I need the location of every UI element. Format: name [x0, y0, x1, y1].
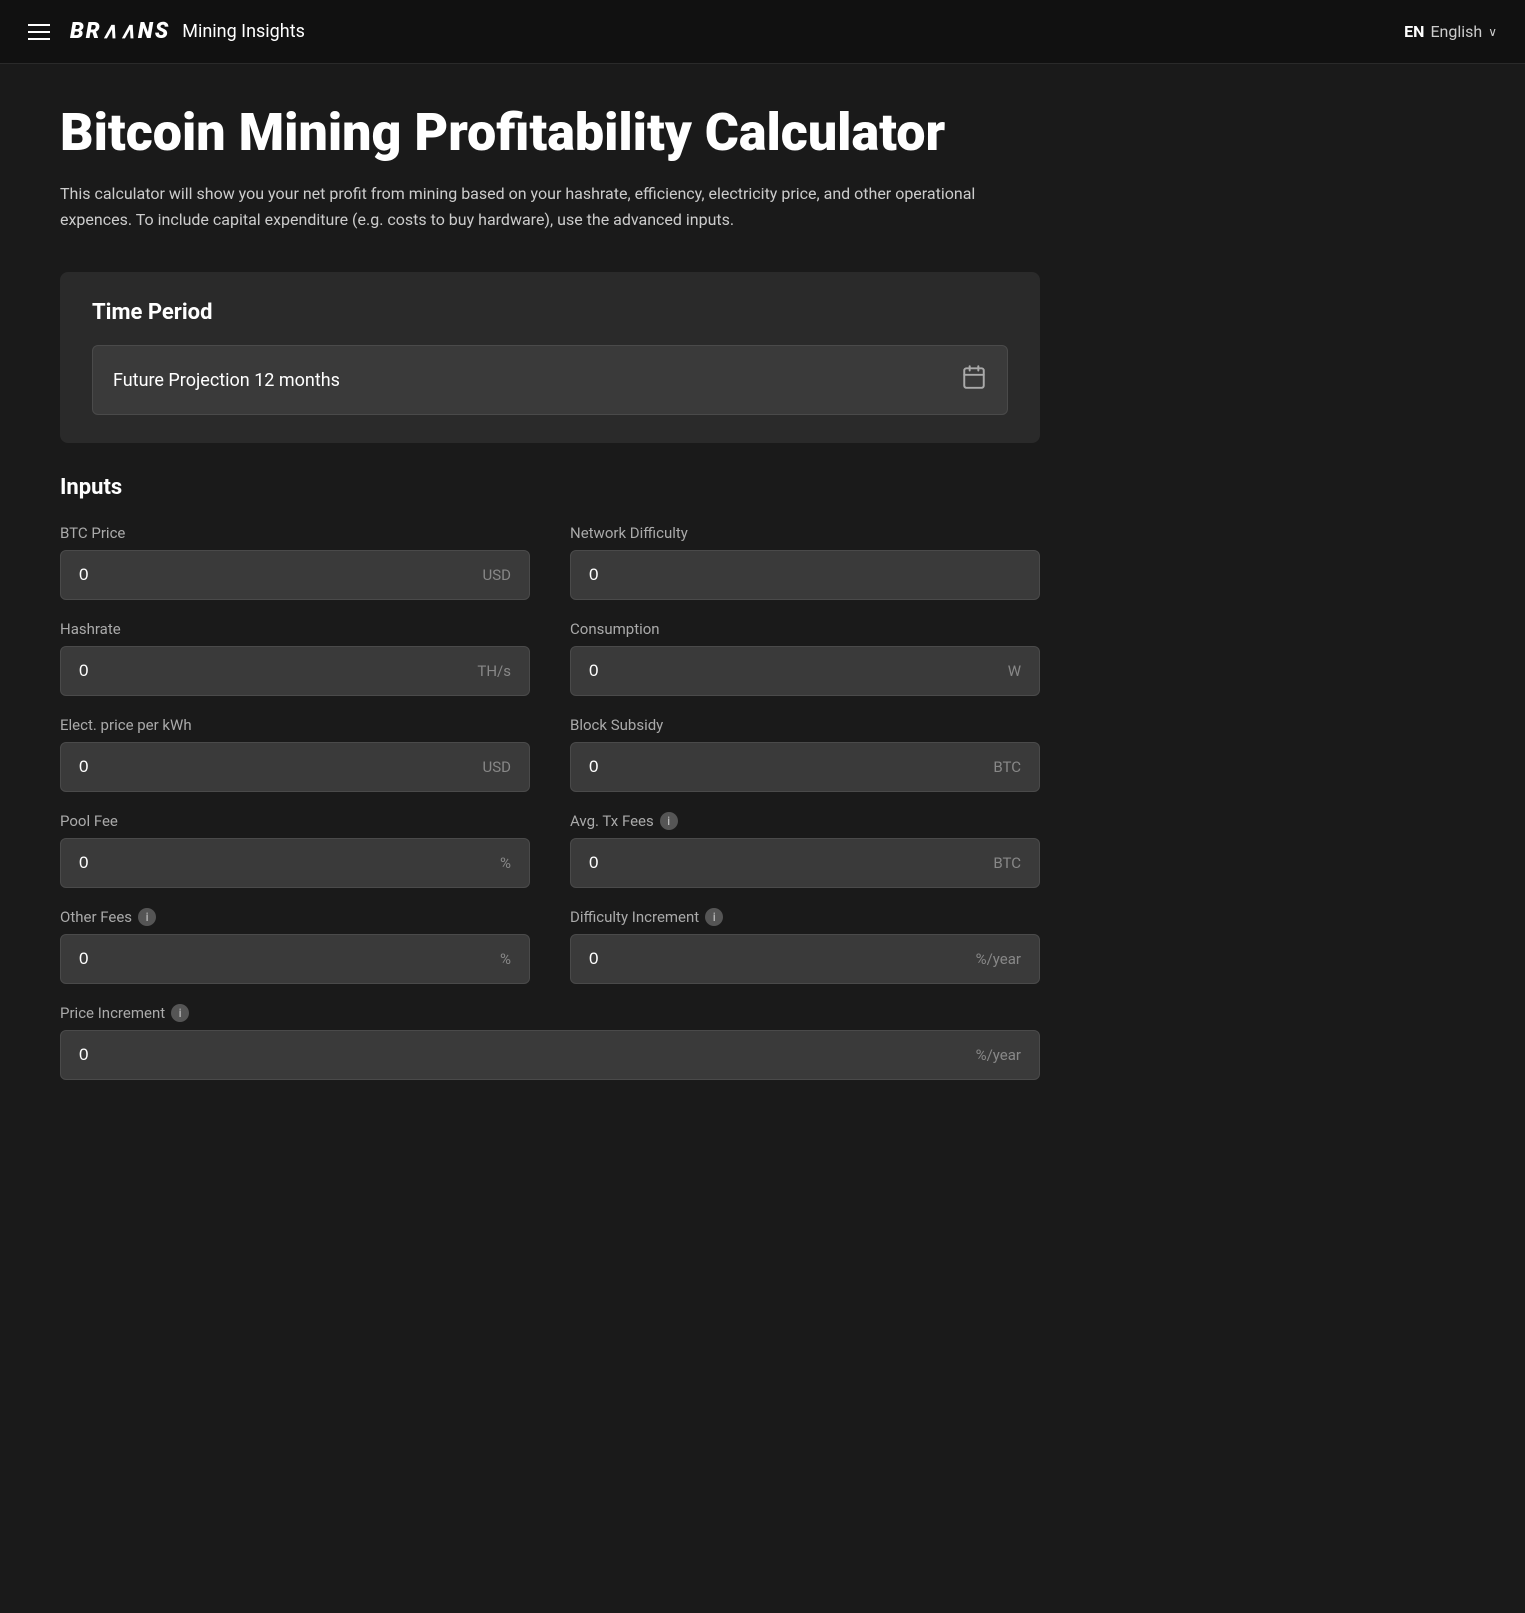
input-group-elec-price: Elect. price per kWh USD	[60, 716, 530, 792]
input-group-price-increment: Price Incrementi %/year	[60, 1004, 1040, 1080]
input-price-increment[interactable]	[79, 1045, 966, 1065]
label-price-increment: Price Incrementi	[60, 1004, 1040, 1022]
label-elec-price: Elect. price per kWh	[60, 716, 530, 734]
input-group-consumption: Consumption W	[570, 620, 1040, 696]
input-group-other-fees: Other Feesi%	[60, 908, 530, 984]
info-icon-difficulty-increment[interactable]: i	[705, 908, 723, 926]
input-wrapper-consumption: W	[570, 646, 1040, 696]
input-difficulty-increment[interactable]	[589, 949, 966, 969]
label-difficulty-increment: Difficulty Incrementi	[570, 908, 1040, 926]
input-wrapper-price-increment: %/year	[60, 1030, 1040, 1080]
input-other-fees[interactable]	[79, 949, 490, 969]
page-title: Bitcoin Mining Profitability Calculator	[60, 104, 1040, 161]
input-wrapper-hashrate: TH/s	[60, 646, 530, 696]
input-group-hashrate: Hashrate TH/s	[60, 620, 530, 696]
input-group-avg-tx-fees: Avg. Tx Feesi BTC	[570, 812, 1040, 888]
input-wrapper-elec-price: USD	[60, 742, 530, 792]
label-btc-price: BTC Price	[60, 524, 530, 542]
label-block-subsidy: Block Subsidy	[570, 716, 1040, 734]
brand-subtitle: Mining Insights	[182, 21, 305, 42]
time-period-value: Future Projection 12 months	[113, 370, 340, 391]
input-btc-price[interactable]	[79, 565, 473, 585]
time-period-section-title: Time Period	[92, 300, 1008, 325]
label-consumption: Consumption	[570, 620, 1040, 638]
input-avg-tx-fees[interactable]	[589, 853, 983, 873]
language-selector[interactable]: EN English ∨	[1404, 22, 1497, 41]
unit-other-fees: %	[500, 950, 511, 968]
unit-block-subsidy: BTC	[993, 758, 1021, 776]
info-icon-price-increment[interactable]: i	[171, 1004, 189, 1022]
input-group-block-subsidy: Block Subsidy BTC	[570, 716, 1040, 792]
calendar-icon	[961, 364, 987, 396]
unit-avg-tx-fees: BTC	[993, 854, 1021, 872]
input-wrapper-difficulty-increment: %/year	[570, 934, 1040, 984]
label-network-difficulty: Network Difficulty	[570, 524, 1040, 542]
navbar: BR∧∧NS Mining Insights EN English ∨	[0, 0, 1525, 64]
input-group-difficulty-increment: Difficulty Incrementi %/year	[570, 908, 1040, 984]
menu-button[interactable]	[28, 24, 50, 40]
unit-pool-fee: %	[500, 854, 511, 872]
input-pool-fee[interactable]	[79, 853, 490, 873]
input-wrapper-other-fees: %	[60, 934, 530, 984]
brand: BR∧∧NS Mining Insights	[70, 19, 305, 44]
input-hashrate[interactable]	[79, 661, 467, 681]
input-consumption[interactable]	[589, 661, 998, 681]
time-period-card: Time Period Future Projection 12 months	[60, 272, 1040, 443]
navbar-left: BR∧∧NS Mining Insights	[28, 19, 305, 44]
input-group-network-difficulty: Network Difficulty	[570, 524, 1040, 600]
main-content: Bitcoin Mining Profitability Calculator …	[0, 64, 1100, 1120]
unit-btc-price: USD	[483, 566, 511, 584]
unit-hashrate: TH/s	[477, 662, 511, 680]
label-hashrate: Hashrate	[60, 620, 530, 638]
unit-price-increment: %/year	[976, 1046, 1021, 1064]
input-network-difficulty[interactable]	[589, 565, 1021, 585]
brand-logo: BR∧∧NS	[70, 19, 170, 44]
info-icon-other-fees[interactable]: i	[138, 908, 156, 926]
label-pool-fee: Pool Fee	[60, 812, 530, 830]
inputs-section: Inputs BTC Price USD Network Difficulty Has…	[60, 475, 1040, 1080]
input-wrapper-block-subsidy: BTC	[570, 742, 1040, 792]
input-wrapper-network-difficulty	[570, 550, 1040, 600]
input-wrapper-pool-fee: %	[60, 838, 530, 888]
lang-code: EN	[1404, 22, 1424, 41]
input-block-subsidy[interactable]	[589, 757, 983, 777]
input-group-pool-fee: Pool Fee%	[60, 812, 530, 888]
label-other-fees: Other Feesi	[60, 908, 530, 926]
unit-elec-price: USD	[483, 758, 511, 776]
unit-consumption: W	[1008, 662, 1021, 680]
input-elec-price[interactable]	[79, 757, 473, 777]
time-period-selector[interactable]: Future Projection 12 months	[92, 345, 1008, 415]
inputs-section-title: Inputs	[60, 475, 1040, 500]
inputs-grid: BTC Price USD Network Difficulty Hashrate TH…	[60, 524, 1040, 1080]
unit-difficulty-increment: %/year	[976, 950, 1021, 968]
input-group-btc-price: BTC Price USD	[60, 524, 530, 600]
info-icon-avg-tx-fees[interactable]: i	[660, 812, 678, 830]
lang-name: English	[1430, 22, 1482, 41]
input-wrapper-btc-price: USD	[60, 550, 530, 600]
input-wrapper-avg-tx-fees: BTC	[570, 838, 1040, 888]
page-description: This calculator will show you your net p…	[60, 181, 1020, 232]
chevron-down-icon: ∨	[1488, 25, 1497, 39]
label-avg-tx-fees: Avg. Tx Feesi	[570, 812, 1040, 830]
